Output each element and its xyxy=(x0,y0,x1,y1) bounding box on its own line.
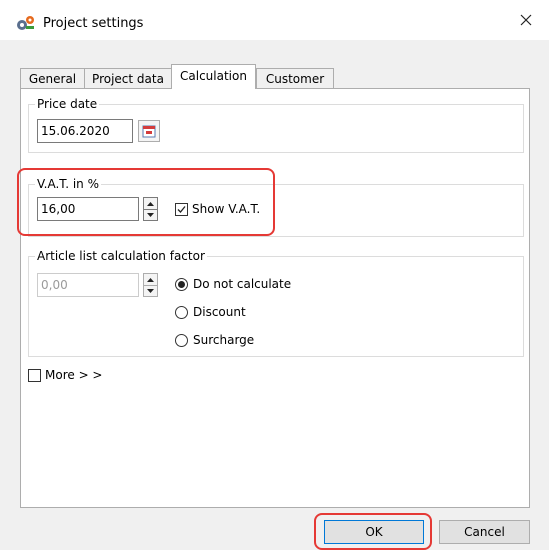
more-checkbox[interactable] xyxy=(28,369,41,382)
app-icon xyxy=(16,15,36,31)
radio-discount[interactable] xyxy=(175,306,188,319)
window-title: Project settings xyxy=(43,16,144,31)
radio-selected-dot xyxy=(178,281,185,288)
article-factor-group: Article list calculation factor xyxy=(28,249,524,357)
arrow-down-icon xyxy=(147,212,154,217)
show-vat-checkbox[interactable] xyxy=(175,203,188,216)
tab-project-data[interactable]: Project data xyxy=(84,68,172,88)
surcharge-label: Surcharge xyxy=(193,333,255,347)
radio-surcharge[interactable] xyxy=(175,334,188,347)
tab-customer[interactable]: Customer xyxy=(256,68,334,88)
price-date-legend: Price date xyxy=(37,97,98,111)
do-not-calculate-label: Do not calculate xyxy=(193,277,292,291)
tab-general[interactable]: General xyxy=(20,68,85,88)
arrow-down-icon xyxy=(147,288,154,293)
arrow-up-icon xyxy=(147,277,154,282)
project-settings-dialog: Project settings General Project data Ca… xyxy=(0,0,549,550)
price-date-input[interactable]: 15.06.2020 xyxy=(37,119,133,143)
factor-spin-down[interactable] xyxy=(144,285,157,296)
calendar-icon xyxy=(142,125,156,138)
discount-label: Discount xyxy=(193,305,246,319)
radio-do-not-calculate[interactable] xyxy=(175,278,188,291)
calendar-button[interactable] xyxy=(138,120,160,142)
article-factor-input[interactable]: 0,00 xyxy=(37,273,139,297)
arrow-up-icon xyxy=(147,201,154,206)
close-button[interactable] xyxy=(503,0,549,40)
ok-button[interactable]: OK xyxy=(324,520,424,544)
article-factor-spinner[interactable] xyxy=(143,273,158,297)
checkmark-icon xyxy=(177,206,186,213)
close-icon xyxy=(520,14,532,26)
article-factor-legend: Article list calculation factor xyxy=(37,249,205,263)
vat-spinner[interactable] xyxy=(143,197,158,221)
vat-legend: V.A.T. in % xyxy=(37,177,99,191)
more-label: More > > xyxy=(45,368,103,382)
cancel-button[interactable]: Cancel xyxy=(439,520,530,544)
vat-input[interactable]: 16,00 xyxy=(37,197,139,221)
title-bar: Project settings xyxy=(0,0,549,40)
tab-calculation[interactable]: Calculation xyxy=(171,64,256,89)
vat-spin-down[interactable] xyxy=(144,209,157,220)
show-vat-label: Show V.A.T. xyxy=(192,202,261,216)
calculation-panel: Price date 15.06.2020 V.A.T. in % 16,00 xyxy=(20,88,530,508)
